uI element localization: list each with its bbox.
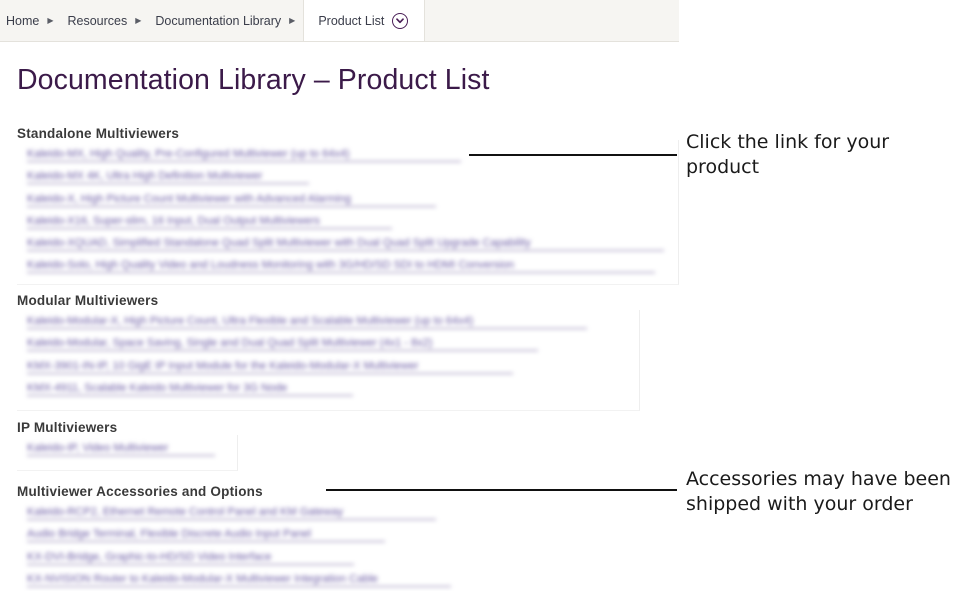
list-item: Kaleido-IP, Video Multiviewer — [27, 438, 215, 460]
breadcrumb-item-product-list: Product List — [303, 0, 426, 41]
list-item: Audio Bridge Terminal, Flexible Discrete… — [27, 524, 385, 546]
product-link[interactable]: Kaleido-MX 4K, Ultra High Definition Mul… — [27, 170, 309, 185]
product-link[interactable]: Kaleido-Solo, High Quality Video and Lou… — [27, 259, 655, 274]
product-link[interactable]: Kaleido-Modular-X, High Picture Count, U… — [27, 315, 587, 329]
product-link[interactable]: Kaleido-Modular, Space Saving, Single an… — [27, 337, 538, 352]
breadcrumb-separator-icon: ▶ — [47, 16, 54, 25]
breadcrumb-item-resources[interactable]: Resources ▶ — [60, 0, 148, 41]
list-item: Kaleido-Modular, Space Saving, Single an… — [27, 333, 538, 355]
list-item: Kaleido-RCP2, Ethernet Remote Control Pa… — [27, 502, 436, 524]
product-link-list: Kaleido-MX, High Quality, Pre-Configured… — [27, 144, 664, 278]
breadcrumb-item-documentation-library[interactable]: Documentation Library ▶ — [147, 0, 301, 41]
product-link-list: Kaleido-RCP2, Ethernet Remote Control Pa… — [27, 502, 451, 591]
section-standalone-multiviewers: Standalone Multiviewers Kaleido-MX, High… — [17, 126, 664, 278]
product-link[interactable]: Kaleido-MX, High Quality, Pre-Configured… — [27, 148, 461, 162]
list-item: Kaleido-Modular-X, High Picture Count, U… — [27, 311, 587, 333]
chevron-down-glyph — [396, 17, 405, 23]
product-link[interactable]: KMX-4911, Scalable Kaleido Multiviewer f… — [27, 382, 353, 396]
product-link[interactable]: KMX-3901-IN-IP, 10 GigE IP Input Module … — [27, 360, 513, 374]
breadcrumb-item-home[interactable]: Home ▶ — [0, 0, 60, 41]
product-link-list: Kaleido-IP, Video Multiviewer — [27, 438, 215, 460]
list-item: Kaleido-MX 4K, Ultra High Definition Mul… — [27, 166, 309, 188]
product-link[interactable]: Kaleido-X16, Super-slim, 16 Input, Dual … — [27, 215, 392, 229]
list-item: KX-NVISION Router to Kaleido-Modular-X M… — [27, 569, 451, 591]
section-ip-multiviewers: IP Multiviewers Kaleido-IP, Video Multiv… — [17, 420, 215, 460]
section-heading: IP Multiviewers — [17, 420, 118, 435]
section-heading: Multiviewer Accessories and Options — [17, 484, 263, 499]
callout-click-link: Click the link for your product — [686, 131, 890, 178]
breadcrumb-separator-icon: ▶ — [289, 16, 296, 25]
list-item: Kaleido-XQUAD, Simplified Standalone Qua… — [27, 233, 664, 255]
list-item: Kaleido-MX, High Quality, Pre-Configured… — [27, 144, 461, 166]
product-link[interactable]: Kaleido-X, High Picture Count Multiviewe… — [27, 193, 436, 207]
breadcrumb-label[interactable]: Resources — [68, 14, 128, 28]
product-link[interactable]: Audio Bridge Terminal, Flexible Discrete… — [27, 528, 385, 543]
section-heading: Modular Multiviewers — [17, 293, 159, 308]
list-item: KX-DVI-Bridge, Graphic-to-HD/SD Video In… — [27, 547, 354, 569]
list-item: Kaleido-Solo, High Quality Video and Lou… — [27, 255, 655, 277]
breadcrumb: Home ▶ Resources ▶ Documentation Library… — [0, 0, 679, 42]
callout-accessories: Accessories may have been shipped with y… — [686, 468, 951, 515]
list-item: Kaleido-X16, Super-slim, 16 Input, Dual … — [27, 211, 392, 233]
product-link-list: Kaleido-Modular-X, High Picture Count, U… — [27, 311, 587, 400]
list-item: KMX-3901-IN-IP, 10 GigE IP Input Module … — [27, 356, 513, 378]
list-item: KMX-4911, Scalable Kaleido Multiviewer f… — [27, 378, 353, 400]
product-link[interactable]: Kaleido-RCP2, Ethernet Remote Control Pa… — [27, 506, 436, 520]
product-link[interactable]: KX-NVISION Router to Kaleido-Modular-X M… — [27, 573, 451, 587]
breadcrumb-label[interactable]: Documentation Library — [155, 14, 281, 28]
callout-leader-line — [469, 154, 677, 156]
chevron-down-icon[interactable] — [392, 12, 409, 29]
section-modular-multiviewers: Modular Multiviewers Kaleido-Modular-X, … — [17, 293, 587, 400]
product-link[interactable]: Kaleido-IP, Video Multiviewer — [27, 442, 215, 456]
breadcrumb-current-label: Product List — [318, 13, 385, 28]
product-link[interactable]: KX-DVI-Bridge, Graphic-to-HD/SD Video In… — [27, 551, 354, 565]
section-multiviewer-accessories: Multiviewer Accessories and Options Kale… — [17, 484, 451, 591]
breadcrumb-separator-icon: ▶ — [135, 16, 142, 25]
product-link[interactable]: Kaleido-XQUAD, Simplified Standalone Qua… — [27, 237, 664, 252]
list-item: Kaleido-X, High Picture Count Multiviewe… — [27, 189, 436, 211]
page-title: Documentation Library – Product List — [17, 64, 490, 96]
breadcrumb-label[interactable]: Home — [6, 14, 39, 28]
callout-leader-line — [326, 489, 677, 491]
section-heading: Standalone Multiviewers — [17, 126, 180, 141]
